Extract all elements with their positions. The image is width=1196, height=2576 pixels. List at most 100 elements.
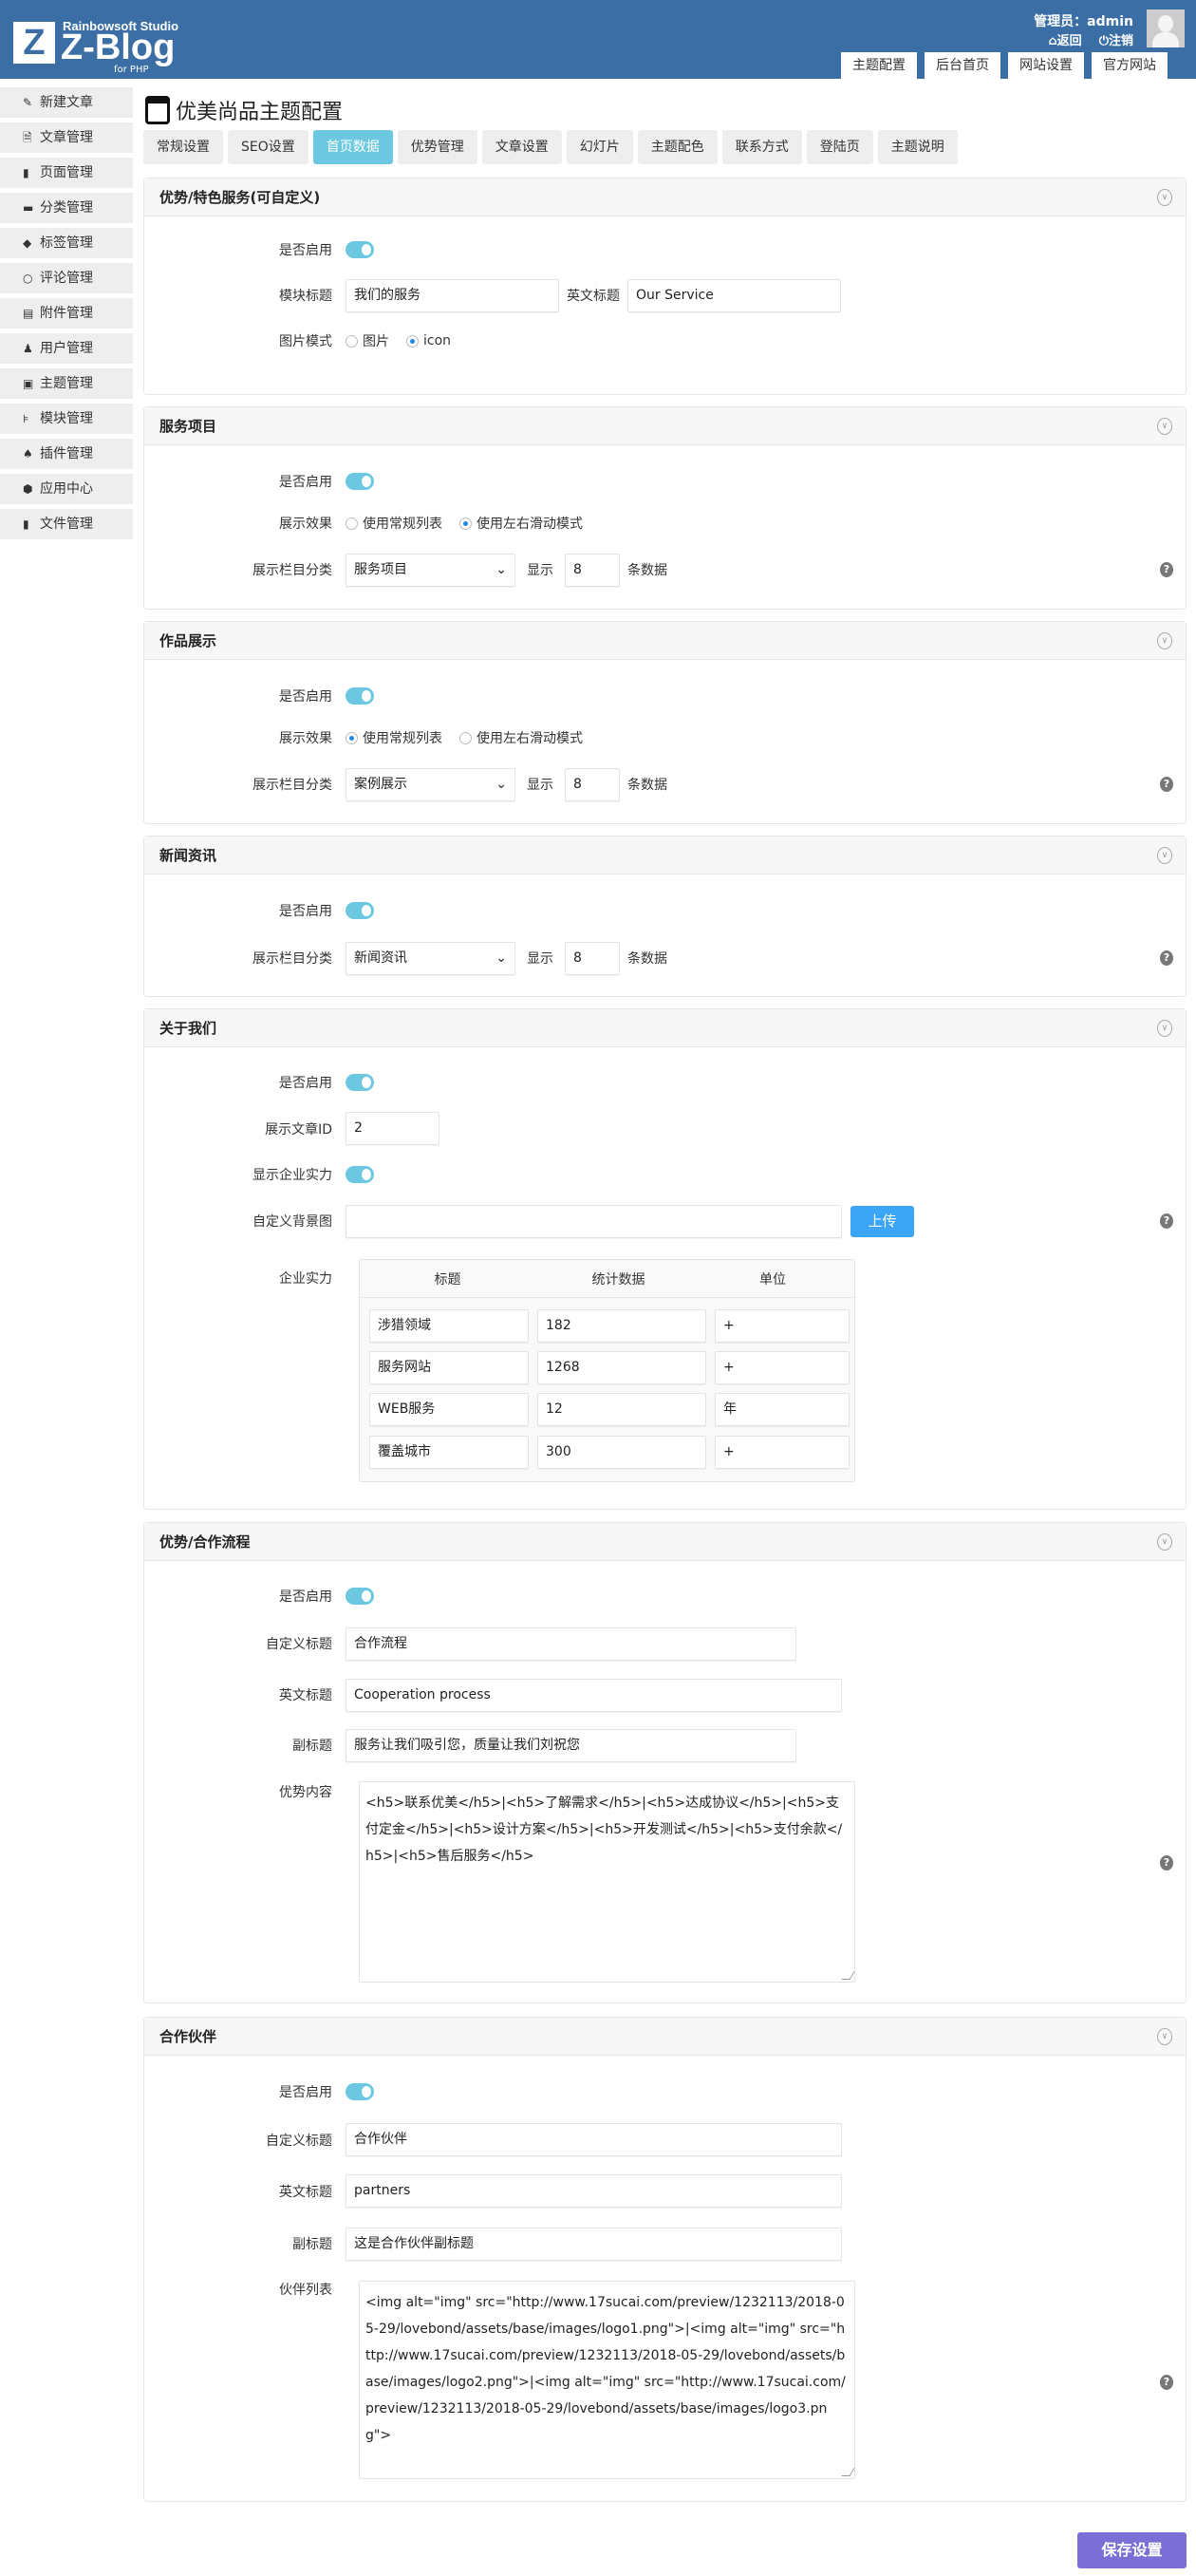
radio-slide-mode[interactable]: 使用左右滑动模式 [459,514,583,533]
tag-icon: ◆ [23,236,32,250]
chevron-down-icon[interactable]: ∨ [1157,847,1172,864]
sidebar-item-attachments[interactable]: ▤ 附件管理 [0,298,133,329]
tab-slides[interactable]: 幻灯片 [566,130,633,164]
background-image-input[interactable] [346,1204,842,1238]
enable-toggle[interactable] [346,1074,374,1091]
table-row: 覆盖城市 300 + [369,1436,850,1469]
sidebar-item-categories[interactable]: ▬ 分类管理 [0,193,133,223]
tab-contact[interactable]: 联系方式 [721,130,802,164]
chevron-down-icon[interactable]: ∨ [1157,1020,1172,1037]
tab-advantage[interactable]: 优势管理 [397,130,477,164]
power-icon: ⏻ [1098,34,1109,48]
radio-list-mode[interactable]: 使用常规列表 [346,514,442,533]
nav-theme-config[interactable]: 主题配置 [841,52,917,79]
chevron-down-icon[interactable]: ∨ [1157,2028,1172,2045]
help-icon[interactable]: ? [1160,950,1173,966]
help-icon[interactable]: ? [1160,562,1173,577]
section-news: 新闻资讯 ∨ 是否启用 展示栏目分类 新闻资讯 ⌄ 显示 8 条数据 ? [143,836,1187,997]
logo-edition: for PHP [114,65,149,75]
chevron-down-icon[interactable]: ∨ [1157,189,1172,206]
chevron-down-icon[interactable]: ∨ [1157,632,1172,649]
sidebar-item-modules[interactable]: ⊧ 模块管理 [0,404,133,434]
window-icon [145,96,170,124]
radio-slide-mode[interactable]: 使用左右滑动模式 [459,728,583,747]
logout-link[interactable]: ⏻注销 [1099,30,1133,48]
advantage-content-textarea[interactable]: <h5>联系优美</h5>|<h5>了解需求</h5>|<h5>达成协议</h5… [359,1781,855,1983]
sidebar-item-comments[interactable]: ○ 评论管理 [0,263,133,293]
sidebar-item-new-article[interactable]: ✎ 新建文章 [0,87,133,118]
section-title: 新闻资讯 [159,847,217,864]
sidebar-item-pages[interactable]: ▮ 页面管理 [0,158,133,188]
strength-table: 标题 统计数据 单位 涉猎领域 182 + 服务网站 1268 + WEB服务 12 年 覆… [359,1259,855,1482]
english-title-input[interactable]: partners [346,2174,842,2208]
enable-toggle[interactable] [346,1588,374,1605]
radio-image[interactable]: 图片 [346,331,389,350]
chevron-down-icon[interactable]: ∨ [1157,1533,1172,1551]
show-strength-toggle[interactable] [346,1166,374,1183]
tab-general[interactable]: 常规设置 [143,130,223,164]
table-row: WEB服务 12 年 [369,1393,850,1426]
module-title-input[interactable]: 我们的服务 [346,278,559,312]
subtitle-input[interactable]: 这是合作伙伴副标题 [346,2227,842,2261]
help-icon[interactable]: ? [1160,777,1173,792]
nav-official-site[interactable]: 官方网站 [1092,52,1168,79]
tab-colors[interactable]: 主题配色 [637,130,718,164]
folder-icon: ▬ [23,201,34,215]
zblog-logo: Z [13,22,55,64]
user-icon: ♟ [23,342,33,355]
enable-toggle[interactable] [346,902,374,919]
count-input[interactable]: 8 [565,553,620,587]
partner-list-textarea[interactable]: <img alt="img" src="http://www.17sucai.c… [359,2281,855,2479]
enable-toggle[interactable] [346,2083,374,2100]
count-input[interactable]: 8 [565,941,620,975]
category-select[interactable]: 新闻资讯 ⌄ [346,941,515,975]
help-icon[interactable]: ? [1160,2375,1173,2390]
sidebar-item-themes[interactable]: ▣ 主题管理 [0,368,133,399]
admin-name: 管理员：admin [1034,14,1133,29]
article-icon: 🗎 [23,131,32,144]
category-select[interactable]: 案例展示 ⌄ [346,767,515,801]
page-icon: ▮ [23,166,29,179]
enable-toggle[interactable] [346,241,374,258]
count-input[interactable]: 8 [565,767,620,801]
category-select[interactable]: 服务项目 ⌄ [346,553,515,587]
sidebar-item-plugins[interactable]: ♠ 插件管理 [0,439,133,469]
help-icon[interactable]: ? [1160,1855,1173,1871]
section-services: 服务项目 ∨ 是否启用 展示效果 使用常规列表 使用左右滑动模式 展示栏目分类 服… [143,406,1187,610]
save-settings-button[interactable]: 保存设置 [1077,2532,1187,2568]
sidebar-item-app-center[interactable]: ⬢ 应用中心 [0,474,133,504]
tab-login[interactable]: 登陆页 [806,130,873,164]
table-row: 涉猎领域 182 + [369,1309,850,1343]
plugin-icon: ♠ [23,447,33,461]
section-title: 优势/合作流程 [159,1533,251,1551]
sidebar-item-articles[interactable]: 🗎 文章管理 [0,122,133,153]
help-icon[interactable]: ? [1160,1213,1173,1229]
tab-article[interactable]: 文章设置 [481,130,562,164]
sidebar-item-tags[interactable]: ◆ 标签管理 [0,228,133,258]
file-icon: ▮ [23,517,29,531]
tab-home-data[interactable]: 首页数据 [312,130,393,164]
tab-seo[interactable]: SEO设置 [228,130,308,164]
custom-title-input[interactable]: 合作流程 [346,1626,796,1661]
radio-icon[interactable]: icon [406,333,451,348]
chevron-down-icon[interactable]: ∨ [1157,418,1172,435]
sidebar-item-users[interactable]: ♟ 用户管理 [0,333,133,364]
avatar[interactable] [1147,9,1185,47]
back-link[interactable]: ⌂返回 [1048,30,1081,48]
upload-button[interactable]: 上传 [850,1205,914,1237]
comment-icon: ○ [23,272,33,285]
sidebar-item-files[interactable]: ▮ 文件管理 [0,509,133,539]
section-features: 优势/特色服务(可自定义) ∨ 是否启用 模块标题 我们的服务 英文标题 Our … [143,178,1187,395]
english-title-input[interactable]: Our Service [627,278,841,312]
page-title: 优美尚品主题配置 [176,101,344,124]
tab-readme[interactable]: 主题说明 [877,130,958,164]
nav-admin-home[interactable]: 后台首页 [925,52,1000,79]
article-id-input[interactable]: 2 [346,1112,439,1145]
enable-toggle[interactable] [346,687,374,705]
custom-title-input[interactable]: 合作伙伴 [346,2123,842,2156]
enable-toggle[interactable] [346,473,374,490]
english-title-input[interactable]: Cooperation process [346,1678,842,1712]
subtitle-input[interactable]: 服务让我们吸引您，质量让我们刘祝您 [346,1728,796,1762]
nav-site-settings[interactable]: 网站设置 [1008,52,1084,79]
radio-list-mode[interactable]: 使用常规列表 [346,728,442,747]
